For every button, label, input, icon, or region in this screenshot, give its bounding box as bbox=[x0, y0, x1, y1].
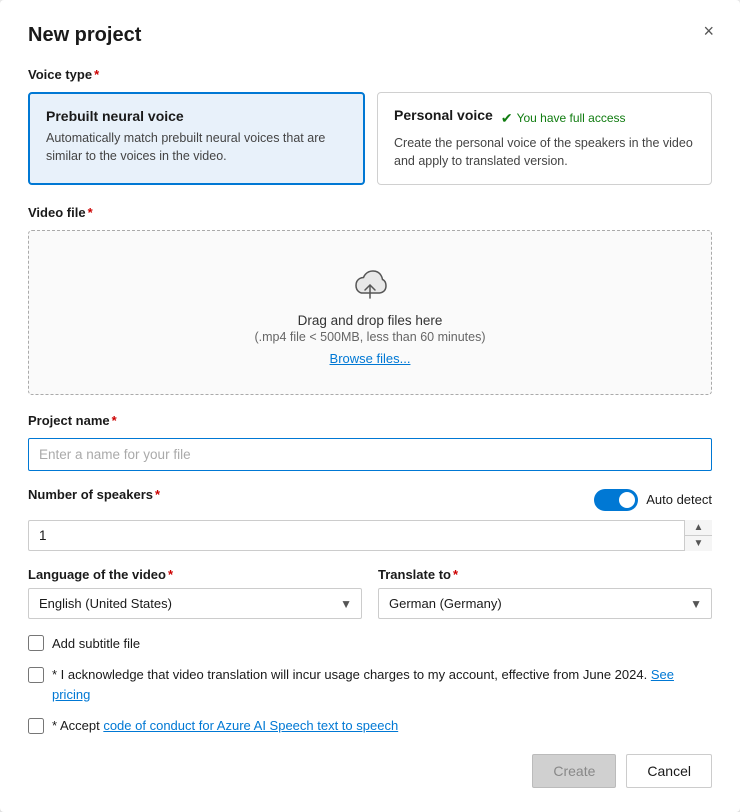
drop-zone[interactable]: Drag and drop files here (.mp4 file < 50… bbox=[28, 230, 712, 395]
speakers-row: Number of speakers* Auto detect bbox=[28, 487, 712, 512]
auto-detect-toggle[interactable] bbox=[594, 489, 638, 511]
translate-to-select-wrapper: German (Germany) English (United States)… bbox=[378, 588, 712, 619]
language-row: Language of the video* English (United S… bbox=[28, 567, 712, 619]
spinner-down-button[interactable]: ▼ bbox=[685, 536, 712, 551]
drag-drop-text: Drag and drop files here bbox=[49, 313, 691, 328]
acknowledge-checkbox[interactable] bbox=[28, 667, 44, 683]
language-select[interactable]: English (United States) Spanish (Spain) … bbox=[28, 588, 362, 619]
translate-to-col: Translate to* German (Germany) English (… bbox=[378, 567, 712, 619]
subtitle-checkbox[interactable] bbox=[28, 635, 44, 651]
video-file-label: Video file* bbox=[28, 205, 712, 220]
language-select-wrapper: English (United States) Spanish (Spain) … bbox=[28, 588, 362, 619]
translate-to-label: Translate to* bbox=[378, 567, 712, 582]
access-badge: ✔ You have full access bbox=[501, 110, 626, 127]
code-of-conduct-link[interactable]: code of conduct for Azure AI Speech text… bbox=[103, 718, 398, 733]
prebuilt-card-title: Prebuilt neural voice bbox=[46, 108, 347, 124]
project-name-input[interactable] bbox=[28, 438, 712, 471]
project-name-section: Project name* bbox=[28, 413, 712, 471]
file-constraints-text: (.mp4 file < 500MB, less than 60 minutes… bbox=[49, 330, 691, 344]
voice-card-prebuilt[interactable]: Prebuilt neural voice Automatically matc… bbox=[28, 92, 365, 185]
speakers-input[interactable] bbox=[28, 520, 712, 551]
browse-files-button[interactable]: Browse files... bbox=[330, 351, 411, 366]
acknowledge-row: * I acknowledge that video translation w… bbox=[28, 665, 712, 704]
checkmark-icon: ✔ bbox=[501, 110, 513, 127]
voice-type-label: Voice type* bbox=[28, 67, 712, 82]
subtitle-row: Add subtitle file bbox=[28, 635, 712, 651]
language-label: Language of the video* bbox=[28, 567, 362, 582]
translate-to-select[interactable]: German (Germany) English (United States)… bbox=[378, 588, 712, 619]
auto-detect-text: Auto detect bbox=[646, 492, 712, 507]
personal-card-header: Personal voice ✔ You have full access bbox=[394, 107, 695, 129]
speakers-spinner: ▲ ▼ bbox=[28, 520, 712, 551]
cloud-upload-icon bbox=[344, 263, 396, 303]
cancel-button[interactable]: Cancel bbox=[626, 754, 712, 788]
toggle-slider bbox=[594, 489, 638, 511]
personal-card-title: Personal voice bbox=[394, 107, 493, 123]
code-of-conduct-text: * Accept code of conduct for Azure AI Sp… bbox=[52, 716, 398, 736]
acknowledge-text: * I acknowledge that video translation w… bbox=[52, 665, 712, 704]
speakers-label: Number of speakers* bbox=[28, 487, 160, 502]
personal-card-desc: Create the personal voice of the speaker… bbox=[394, 135, 695, 170]
subtitle-label[interactable]: Add subtitle file bbox=[52, 636, 140, 651]
project-name-label: Project name* bbox=[28, 413, 712, 428]
auto-detect-container: Auto detect bbox=[594, 489, 712, 511]
create-button[interactable]: Create bbox=[532, 754, 616, 788]
footer-row: Create Cancel bbox=[28, 754, 712, 788]
dialog-title: New project bbox=[28, 24, 712, 47]
close-button[interactable]: × bbox=[697, 18, 720, 44]
prebuilt-card-desc: Automatically match prebuilt neural voic… bbox=[46, 130, 347, 165]
spinner-buttons: ▲ ▼ bbox=[684, 520, 712, 551]
voice-card-personal[interactable]: Personal voice ✔ You have full access Cr… bbox=[377, 92, 712, 185]
code-of-conduct-row: * Accept code of conduct for Azure AI Sp… bbox=[28, 716, 712, 736]
language-col: Language of the video* English (United S… bbox=[28, 567, 362, 619]
voice-type-row: Prebuilt neural voice Automatically matc… bbox=[28, 92, 712, 185]
code-of-conduct-checkbox[interactable] bbox=[28, 718, 44, 734]
access-label: You have full access bbox=[517, 111, 626, 125]
spinner-up-button[interactable]: ▲ bbox=[685, 520, 712, 536]
new-project-dialog: New project × Voice type* Prebuilt neura… bbox=[0, 0, 740, 812]
